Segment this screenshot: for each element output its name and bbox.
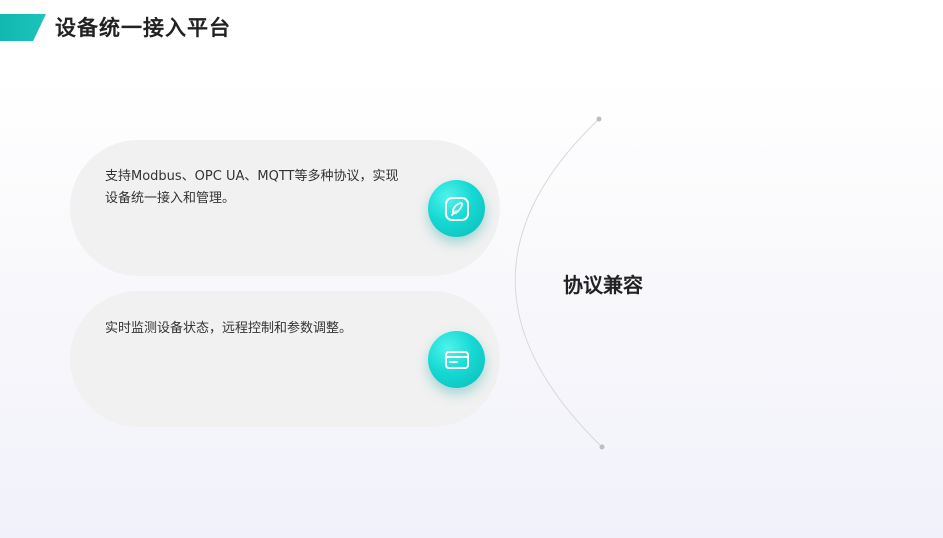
card-icon bbox=[428, 331, 485, 388]
page-title: 设备统一接入平台 bbox=[55, 16, 231, 40]
card-description: 实时监测设备状态，远程控制和参数调整。 bbox=[105, 321, 353, 336]
feature-card-protocol: 支持Modbus、OPC UA、MQTT等多种协议，实现设备统一接入和管理。 bbox=[70, 140, 500, 276]
card-description: 支持Modbus、OPC UA、MQTT等多种协议，实现设备统一接入和管理。 bbox=[105, 169, 399, 206]
feature-title: 协议兼容 bbox=[563, 273, 643, 297]
edit-icon bbox=[428, 180, 485, 237]
arc-dot-bottom bbox=[599, 444, 605, 450]
header-accent-bar bbox=[0, 14, 46, 41]
arc-dot-top bbox=[596, 116, 602, 122]
feature-card-monitoring: 实时监测设备状态，远程控制和参数调整。 bbox=[70, 291, 500, 427]
